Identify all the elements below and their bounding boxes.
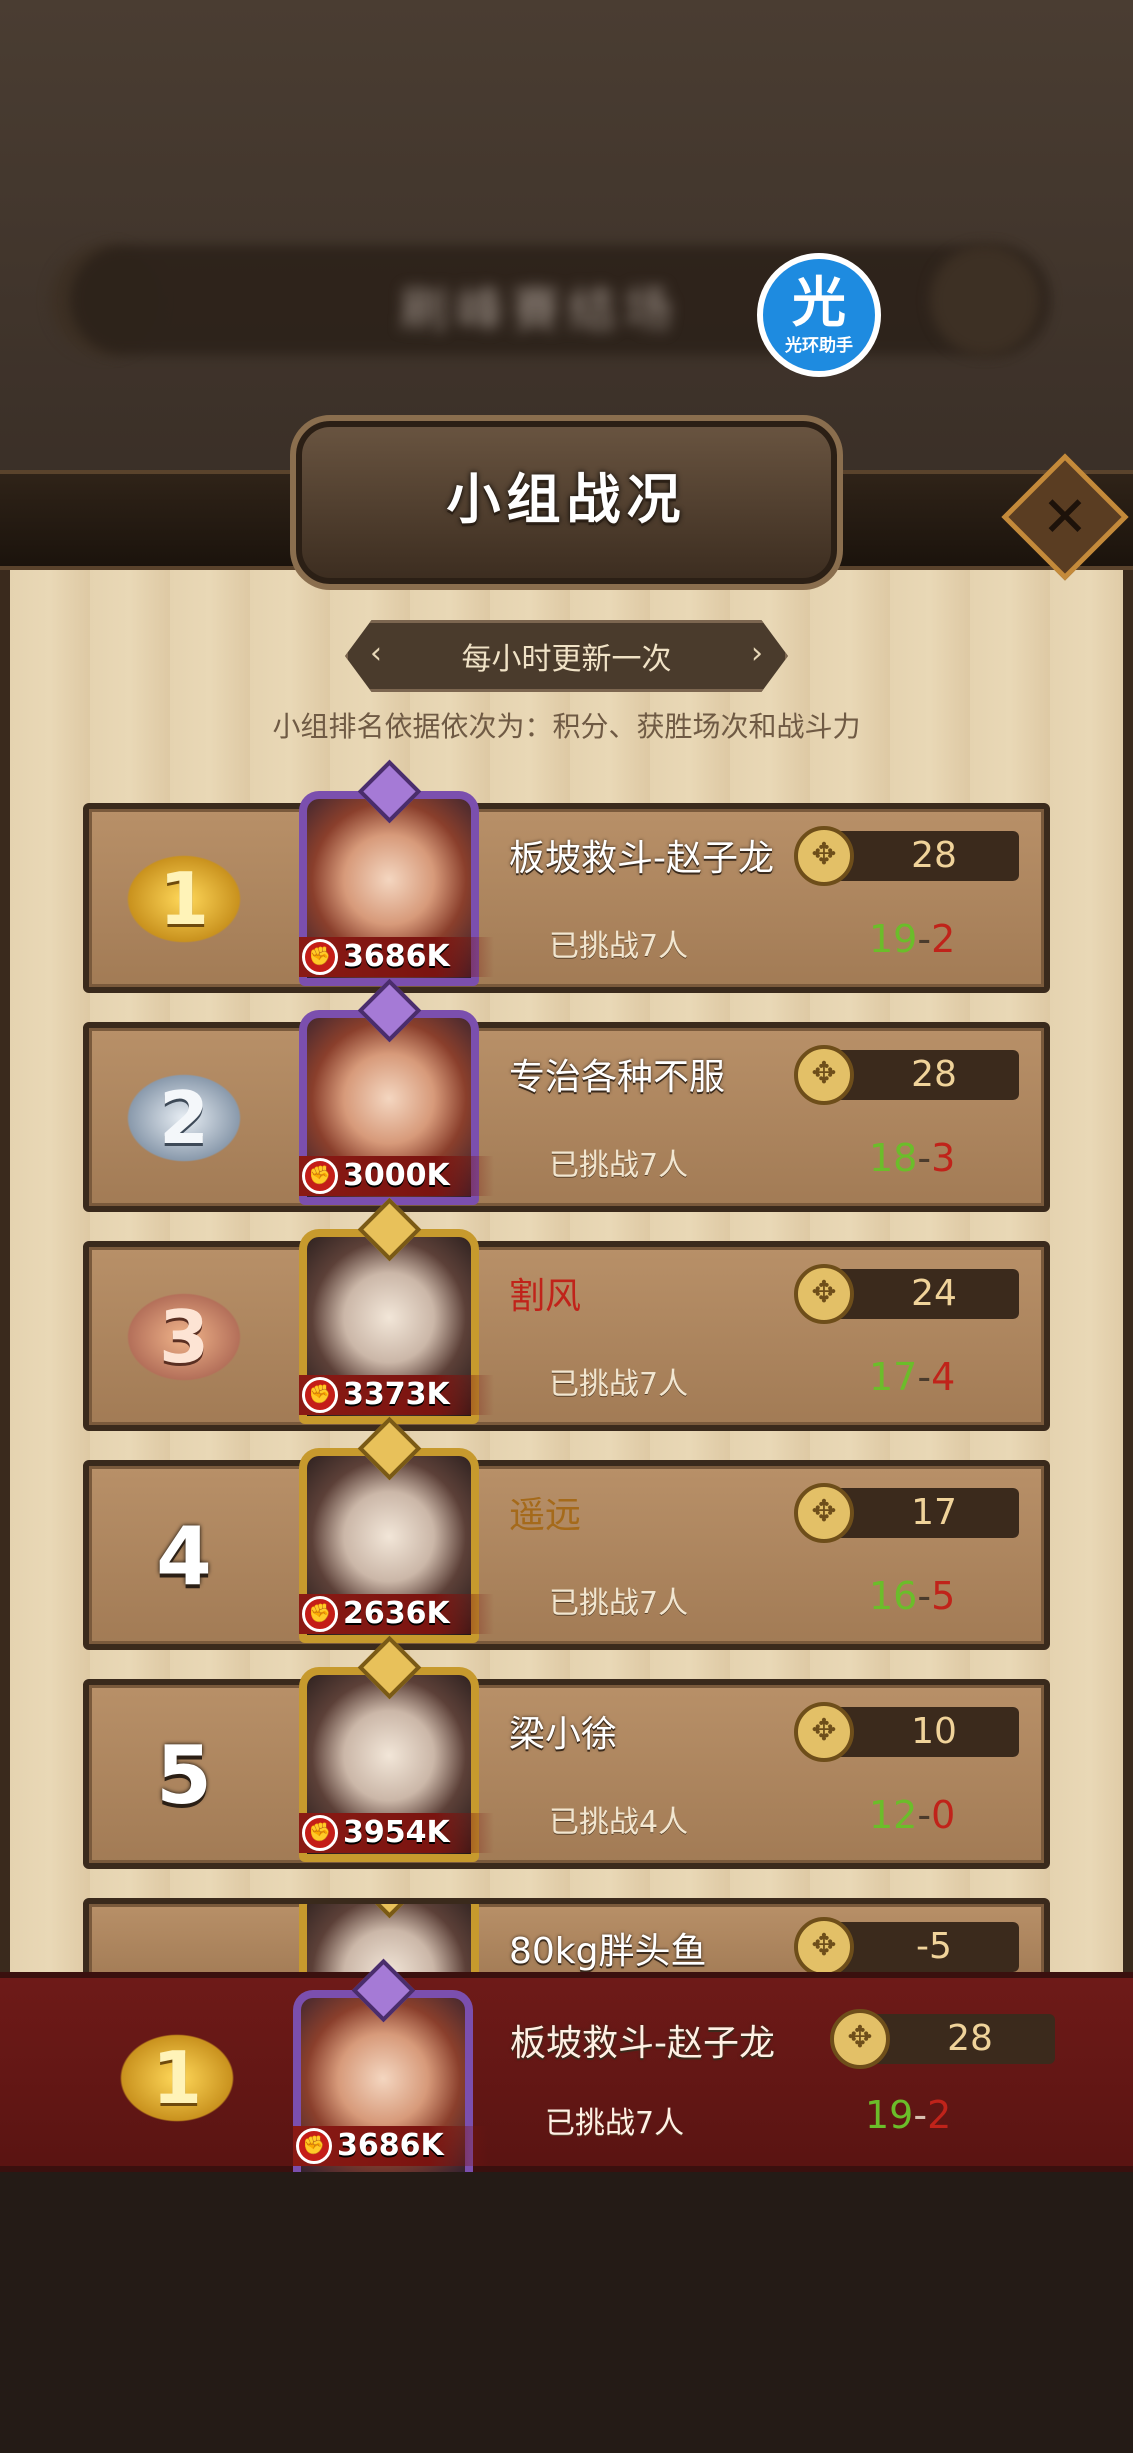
rank-medal-silver: 2 bbox=[119, 1068, 249, 1168]
own-ranking-row[interactable]: 1 3686K ✊ 板坡救斗-赵子龙 已挑战7人 28 ✥ 19-2 bbox=[0, 1958, 1133, 2185]
ranking-row[interactable]: 5 3954K ✊ 梁小徐 已挑战4人 10 ✥ 12-0 bbox=[83, 1635, 1050, 1869]
halo-assistant-watermark: 光 光环助手 bbox=[757, 253, 881, 377]
record-separator: - bbox=[917, 1793, 932, 1837]
losses: 5 bbox=[931, 1574, 956, 1618]
rank-number: 5 bbox=[156, 1728, 212, 1822]
page-title: 小组战况 bbox=[446, 468, 687, 531]
wins: 16 bbox=[869, 1574, 918, 1618]
record-separator: - bbox=[917, 1136, 932, 1180]
player-name: 梁小徐 bbox=[509, 1714, 618, 1755]
fist-icon: ✊ bbox=[296, 2128, 332, 2164]
rank-medal-bronze: 3 bbox=[119, 1287, 249, 1387]
watermark-label: 光环助手 bbox=[785, 335, 853, 356]
record-separator: - bbox=[917, 917, 932, 961]
close-icon: ✕ bbox=[1041, 484, 1089, 550]
player-name: 80kg胖头鱼 bbox=[509, 1931, 707, 1972]
chevron-right-icon: › bbox=[751, 636, 763, 671]
wins: 18 bbox=[869, 1136, 918, 1180]
fist-icon: ✊ bbox=[302, 1815, 338, 1851]
losses: 4 bbox=[931, 1355, 956, 1399]
bottom-background bbox=[0, 2172, 1133, 2453]
player-name: 板坡救斗-赵子龙 bbox=[509, 838, 774, 879]
ranking-row[interactable]: 4 2636K ✊ 遥远 已挑战7人 17 ✥ 16-5 bbox=[83, 1416, 1050, 1650]
challenged-count: 已挑战7人 bbox=[549, 1586, 689, 1621]
update-frequency-banner: ‹ 每小时更新一次 › bbox=[345, 620, 788, 692]
ranking-row[interactable]: 3 3373K ✊ 割风 已挑战7人 24 ✥ 17-4 bbox=[83, 1197, 1050, 1431]
fist-icon: ✊ bbox=[302, 1377, 338, 1413]
losses: 2 bbox=[927, 2093, 952, 2137]
losses: 0 bbox=[931, 1793, 956, 1837]
player-name: 割风 bbox=[509, 1276, 582, 1317]
knot-emblem-icon: ✥ bbox=[794, 1702, 854, 1762]
win-loss-record: 19-2 bbox=[865, 2093, 951, 2137]
avatar-crest-icon bbox=[357, 1904, 422, 1919]
challenged-count: 已挑战7人 bbox=[549, 1148, 689, 1183]
knot-emblem-icon: ✥ bbox=[794, 1264, 854, 1324]
wins: 17 bbox=[869, 1355, 918, 1399]
knot-emblem-icon: ✥ bbox=[794, 1483, 854, 1543]
win-loss-record: 12-0 bbox=[869, 1793, 955, 1837]
record-separator: - bbox=[917, 1355, 932, 1399]
challenged-count: 已挑战7人 bbox=[549, 1367, 689, 1402]
fist-icon: ✊ bbox=[302, 1596, 338, 1632]
win-loss-record: 18-3 bbox=[869, 1136, 955, 1180]
win-loss-record: 19-2 bbox=[869, 917, 955, 961]
player-name: 专治各种不服 bbox=[509, 1057, 726, 1098]
record-separator: - bbox=[917, 1574, 932, 1618]
knot-emblem-icon: ✥ bbox=[794, 1045, 854, 1105]
record-separator: - bbox=[913, 2093, 928, 2137]
player-name: 板坡救斗-赵子龙 bbox=[510, 2023, 775, 2064]
ranking-row[interactable]: 1 3686K ✊ 板坡救斗-赵子龙 已挑战7人 28 ✥ 19-2 bbox=[83, 759, 1050, 993]
chevron-left-icon: ‹ bbox=[370, 636, 382, 671]
ranking-row[interactable]: 2 3000K ✊ 专治各种不服 已挑战7人 28 ✥ 18-3 bbox=[83, 978, 1050, 1212]
ranking-rule-note: 小组排名依据依次为：积分、获胜场次和战斗力 bbox=[272, 710, 861, 743]
win-loss-record: 17-4 bbox=[869, 1355, 955, 1399]
knot-emblem-icon: ✥ bbox=[830, 2009, 890, 2069]
rank-medal-gold: 1 bbox=[112, 2028, 242, 2128]
challenged-count: 已挑战7人 bbox=[545, 2106, 685, 2141]
rank-number: 4 bbox=[156, 1509, 212, 1603]
knot-emblem-icon: ✥ bbox=[794, 826, 854, 886]
knot-emblem-icon: ✥ bbox=[794, 1917, 854, 1977]
watermark-glyph: 光 bbox=[792, 270, 846, 334]
fist-icon: ✊ bbox=[302, 939, 338, 975]
losses: 3 bbox=[931, 1136, 956, 1180]
win-loss-record: 16-5 bbox=[869, 1574, 955, 1618]
player-name: 遥远 bbox=[509, 1495, 582, 1536]
wins: 19 bbox=[865, 2093, 914, 2137]
fist-icon: ✊ bbox=[302, 1158, 338, 1194]
challenged-count: 已挑战4人 bbox=[549, 1805, 689, 1840]
background-emblem-right bbox=[930, 245, 1040, 355]
losses: 2 bbox=[931, 917, 956, 961]
background-banner-text: 刷峰賽结场 bbox=[400, 282, 681, 338]
wins: 12 bbox=[869, 1793, 918, 1837]
update-text: 每小时更新一次 bbox=[461, 642, 672, 677]
challenged-count: 已挑战7人 bbox=[549, 929, 689, 964]
wins: 19 bbox=[869, 917, 918, 961]
rank-medal-gold: 1 bbox=[119, 849, 249, 949]
